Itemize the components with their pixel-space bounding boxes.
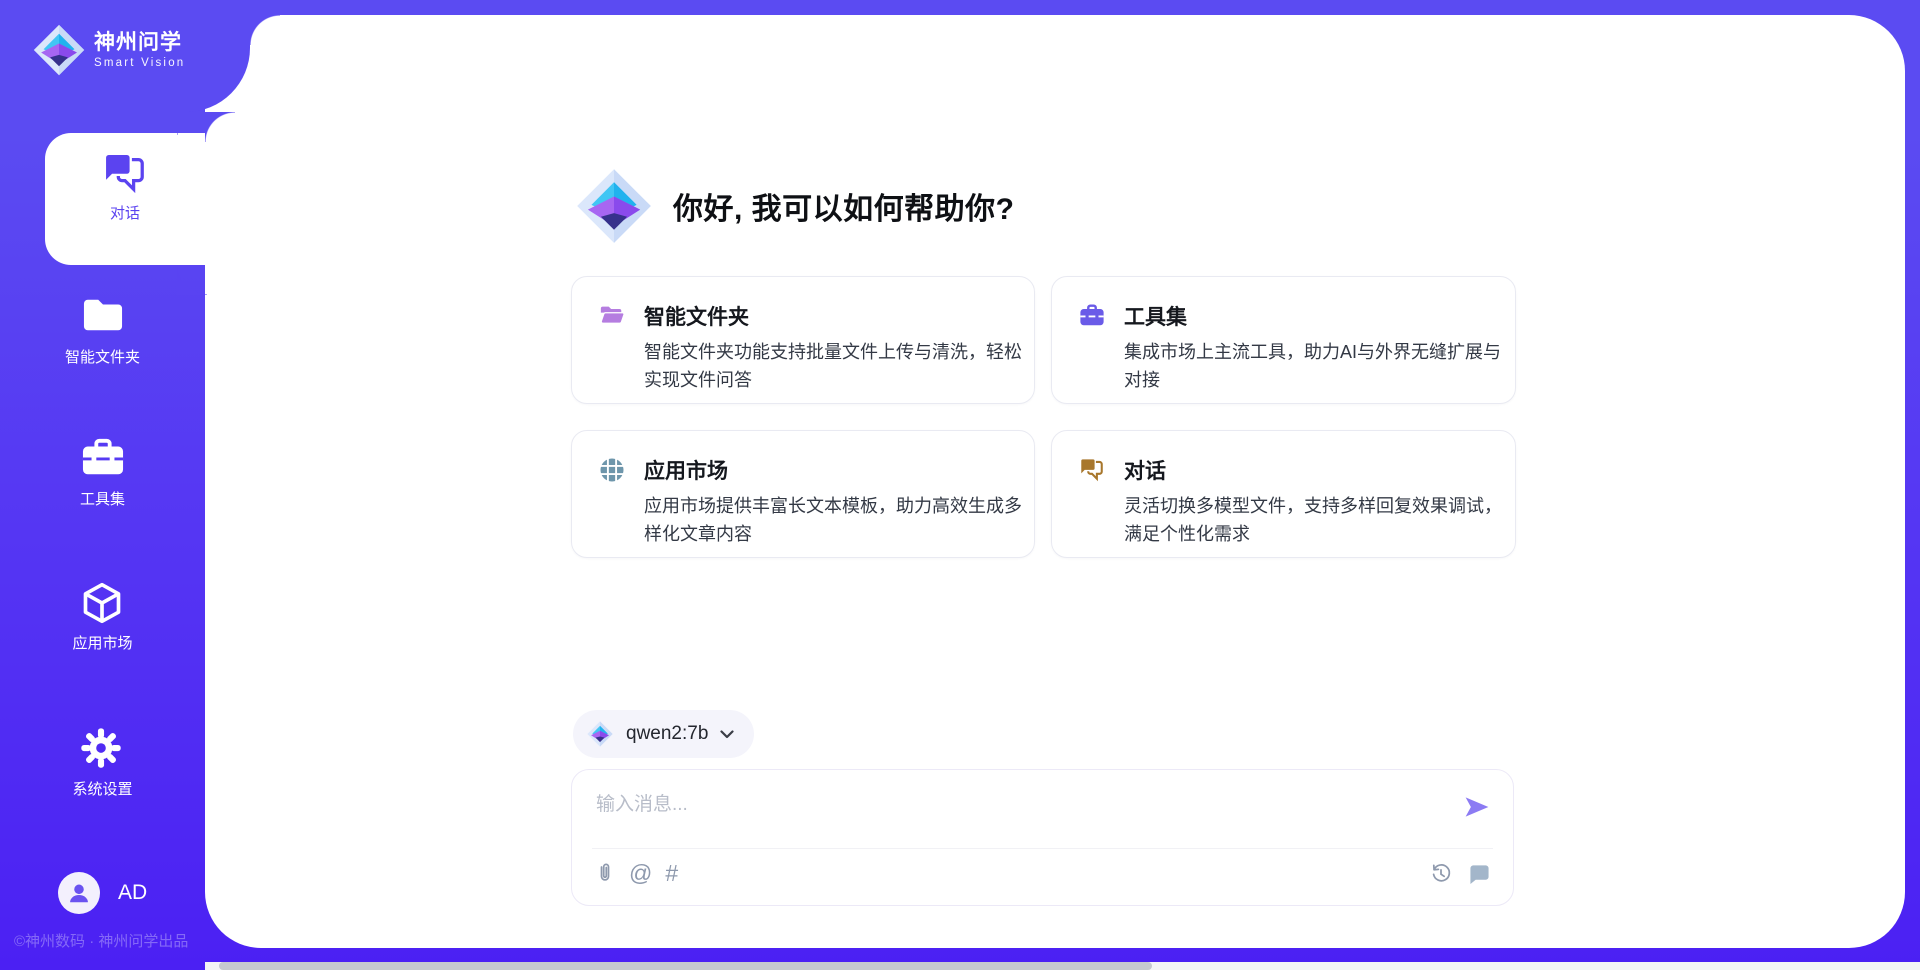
cube-icon: [80, 581, 126, 625]
greeting: 你好, 我可以如何帮助你?: [576, 168, 1015, 244]
user-account[interactable]: AD: [58, 872, 147, 914]
feature-cards: 智能文件夹 智能文件夹功能支持批量文件上传与清洗，轻松实现文件问答 工具集 集成…: [571, 276, 1516, 558]
card-description: 集成市场上主流工具，助力AI与外界无缝扩展与对接: [1124, 339, 1506, 395]
hash-icon: #: [665, 860, 678, 886]
sidebar-item-label: 工具集: [0, 488, 205, 509]
curve-fillet: [205, 112, 235, 142]
assistant-logo-icon: [576, 168, 652, 244]
card-title: 对话: [1124, 455, 1166, 485]
history-icon: [1429, 862, 1453, 886]
sidebar-item-settings[interactable]: 系统设置: [0, 727, 205, 799]
scrollbar-thumb[interactable]: [219, 962, 1152, 970]
mention-icon: @: [629, 860, 652, 886]
sidebar-item-chat[interactable]: 对话: [45, 133, 205, 265]
brand: 神州问学 Smart Vision: [33, 24, 185, 76]
brand-tagline: Smart Vision: [94, 57, 185, 69]
folder-open-icon: [599, 303, 625, 329]
horizontal-scrollbar: [205, 962, 1920, 970]
sidebar-item-label: 对话: [45, 202, 205, 223]
card-title: 应用市场: [644, 455, 728, 485]
card-title: 工具集: [1124, 301, 1187, 331]
user-avatar-icon: [66, 880, 92, 906]
history-button[interactable]: [1429, 862, 1453, 886]
curve-fillet: [177, 265, 207, 295]
card-description: 智能文件夹功能支持批量文件上传与清洗，轻松实现文件问答: [644, 339, 1026, 395]
brand-logo-icon: [33, 24, 85, 76]
mention-button[interactable]: @: [629, 860, 652, 886]
folder-icon: [80, 295, 126, 339]
chat-bubbles-icon: [102, 151, 148, 195]
sidebar-item-toolbox[interactable]: 工具集: [0, 437, 205, 509]
card-smart-folder[interactable]: 智能文件夹 智能文件夹功能支持批量文件上传与清洗，轻松实现文件问答: [571, 276, 1035, 404]
sidebar-item-app-market[interactable]: 应用市场: [0, 581, 205, 653]
message-input[interactable]: [594, 784, 1418, 826]
diamond-logo-icon: [587, 721, 613, 747]
attach-button[interactable]: [594, 861, 616, 885]
curve-fillet: [250, 15, 280, 45]
sidebar-item-label: 系统设置: [0, 778, 205, 799]
model-name: qwen2:7b: [626, 723, 708, 745]
toolbox-icon: [1079, 303, 1105, 329]
chevron-down-icon: [720, 730, 734, 739]
brand-name: 神州问学: [94, 31, 185, 55]
toolbox-icon: [80, 437, 126, 481]
model-selector[interactable]: qwen2:7b: [573, 710, 754, 758]
send-icon: [1462, 793, 1492, 821]
sidebar-item-label: 智能文件夹: [0, 346, 205, 367]
gear-icon: [80, 727, 126, 771]
composer-divider: [592, 848, 1493, 849]
card-app-market[interactable]: 应用市场 应用市场提供丰富长文本模板，助力高效生成多样化文章内容: [571, 430, 1035, 558]
curve-fillet: [177, 105, 207, 135]
copyright-footer: ©神州数码 · 神州问学出品: [14, 930, 188, 951]
user-name: AD: [118, 881, 147, 905]
sidebar-item-label: 应用市场: [0, 632, 205, 653]
attach-icon: [594, 861, 616, 885]
sidebar-item-smart-folder[interactable]: 智能文件夹: [0, 295, 205, 367]
app-market-icon: [599, 457, 625, 483]
hash-button[interactable]: #: [665, 860, 678, 886]
avatar: [58, 872, 100, 914]
greeting-text: 你好, 我可以如何帮助你?: [673, 184, 1015, 228]
card-title: 智能文件夹: [644, 301, 749, 331]
card-chat[interactable]: 对话 灵活切换多模型文件，支持多样回复效果调试，满足个性化需求: [1051, 430, 1516, 558]
chat-bubble-icon: [1468, 864, 1491, 885]
card-toolbox[interactable]: 工具集 集成市场上主流工具，助力AI与外界无缝扩展与对接: [1051, 276, 1516, 404]
chat-bubbles-icon: [1079, 457, 1105, 483]
message-composer: @ #: [571, 769, 1514, 906]
send-button[interactable]: [1462, 793, 1492, 821]
content-area: 你好, 我可以如何帮助你? 智能文件夹 智能文件夹功能支持批量文件上传与清洗，轻…: [571, 0, 1516, 970]
card-description: 灵活切换多模型文件，支持多样回复效果调试，满足个性化需求: [1124, 493, 1506, 549]
conversation-button[interactable]: [1468, 864, 1491, 885]
card-description: 应用市场提供丰富长文本模板，助力高效生成多样化文章内容: [644, 493, 1026, 549]
